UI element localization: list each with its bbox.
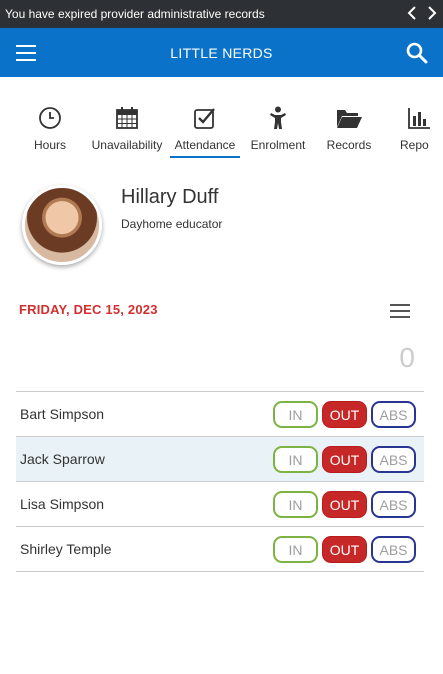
tab-label: Enrolment	[250, 138, 306, 152]
list-item: Bart Simpson IN OUT ABS	[16, 392, 424, 437]
child-name: Jack Sparrow	[20, 451, 105, 467]
tab-label: Hours	[33, 138, 66, 152]
bar-chart-icon	[398, 104, 443, 132]
absent-button[interactable]: ABS	[371, 536, 416, 563]
folder-icon	[324, 104, 374, 132]
active-tab-indicator	[170, 156, 240, 158]
tab-label: Records	[326, 138, 372, 152]
child-name: Lisa Simpson	[20, 496, 105, 512]
tab-enrolment[interactable]: Enrolment	[248, 100, 308, 158]
educator-name: Hillary Duff	[121, 186, 219, 208]
in-button[interactable]: IN	[273, 446, 318, 473]
tab-records[interactable]: Records	[324, 100, 374, 158]
in-button[interactable]: IN	[273, 491, 318, 518]
list-item: Lisa Simpson IN OUT ABS	[16, 482, 424, 527]
educator-role: Dayhome educator	[121, 217, 223, 231]
list-item: Jack Sparrow IN OUT ABS	[16, 437, 424, 482]
in-button[interactable]: IN	[273, 536, 318, 563]
absent-button[interactable]: ABS	[371, 491, 416, 518]
checkbox-icon	[172, 104, 238, 132]
absent-button[interactable]: ABS	[371, 446, 416, 473]
tab-attendance[interactable]: Attendance	[172, 100, 238, 158]
out-button[interactable]: OUT	[322, 536, 367, 563]
chevron-right-icon[interactable]	[427, 5, 437, 23]
absent-button[interactable]: ABS	[371, 401, 416, 428]
section-tabs: Hours Unavailability Attendance Enrolmen…	[0, 100, 443, 160]
educator-profile: Hillary Duff Dayhome educator	[0, 180, 443, 270]
calendar-icon	[90, 104, 164, 132]
list-options-icon[interactable]	[390, 304, 410, 318]
child-name: Shirley Temple	[20, 541, 112, 557]
tab-hours[interactable]: Hours	[26, 100, 74, 158]
attendance-date: FRIDAY, DEC 15, 2023	[19, 302, 158, 317]
child-name: Bart Simpson	[20, 406, 105, 422]
in-button[interactable]: IN	[273, 401, 318, 428]
app-title: LITTLE NERDS	[170, 44, 273, 61]
attendance-list: Bart Simpson IN OUT ABS Jack Sparrow IN …	[16, 391, 424, 572]
tab-label: Repo	[400, 138, 429, 152]
list-item: Shirley Temple IN OUT ABS	[16, 527, 424, 572]
tab-label: Unavailability	[91, 138, 163, 152]
app-bar: LITTLE NERDS	[0, 28, 443, 77]
out-button[interactable]: OUT	[322, 401, 367, 428]
out-button[interactable]: OUT	[322, 446, 367, 473]
tab-reports[interactable]: Repo	[398, 100, 443, 158]
out-button[interactable]: OUT	[322, 491, 367, 518]
tab-label: Attendance	[174, 138, 236, 152]
avatar	[22, 185, 102, 265]
chevron-left-icon[interactable]	[407, 5, 417, 23]
present-count: 0	[399, 342, 415, 373]
clock-icon	[26, 104, 74, 132]
tab-unavailability[interactable]: Unavailability	[90, 100, 164, 158]
search-icon[interactable]	[405, 41, 429, 65]
expired-records-banner: You have expired provider administrative…	[0, 0, 443, 28]
child-icon	[248, 104, 308, 132]
banner-text: You have expired provider administrative…	[5, 7, 265, 21]
